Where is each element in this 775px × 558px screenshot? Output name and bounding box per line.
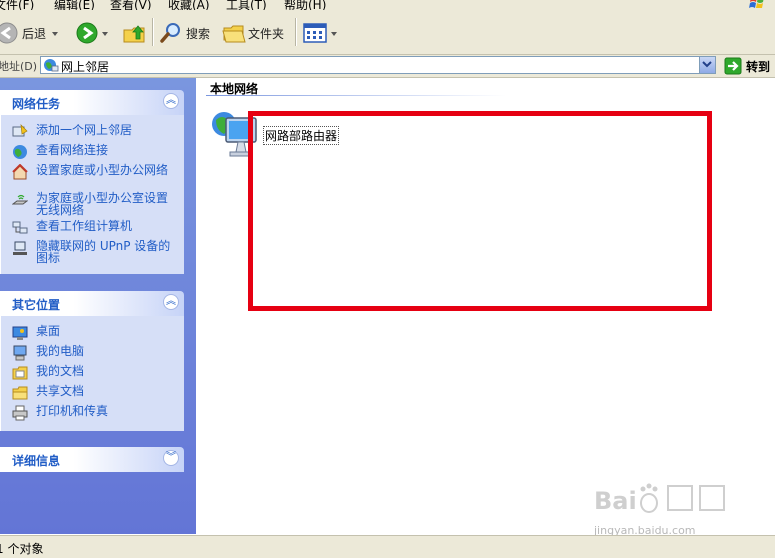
svg-text:Bai: Bai xyxy=(594,487,637,515)
place-printers-fax[interactable]: 打印机和传真 xyxy=(12,405,172,421)
status-text: 1 个对象 xyxy=(0,542,44,556)
my-documents-icon xyxy=(12,366,28,380)
expand-chevron-down-icon[interactable]: ︾ xyxy=(163,450,179,466)
task-label: 查看工作组计算机 xyxy=(36,219,133,233)
baidu-paw-logo-icon: Bai xyxy=(594,483,658,515)
place-shared-documents[interactable]: 共享文档 xyxy=(12,385,172,400)
place-label: 我的电脑 xyxy=(36,344,85,358)
place-desktop[interactable]: 桌面 xyxy=(12,325,172,340)
go-arrow-icon xyxy=(724,57,742,75)
task-label: 查看网络连接 xyxy=(36,143,109,157)
place-label: 共享文档 xyxy=(36,384,85,398)
menu-favorites[interactable]: 收藏(A) xyxy=(168,0,210,10)
network-tasks-panel: 网络任务 ︽ 添加一个网上邻居 查看网络连接 设置家庭或小型办公网络 为家庭或小… xyxy=(0,90,184,274)
my-computer-icon xyxy=(13,345,27,361)
group-divider xyxy=(206,95,506,96)
go-button[interactable]: 转到 xyxy=(722,56,772,76)
network-connections-icon xyxy=(13,145,27,159)
menu-bar: 文件(F) 编辑(E) 查看(V) 收藏(A) 工具(T) 帮助(H) xyxy=(0,0,775,10)
menu-tools[interactable]: 工具(T) xyxy=(226,0,267,10)
forward-dropdown-icon[interactable] xyxy=(102,32,108,36)
address-bar: 地址(D) 网上邻居 转到 xyxy=(0,55,775,78)
forward-arrow-icon[interactable] xyxy=(76,22,98,44)
content-pane: 本地网络 网路部路由器 Bai jingyan.baidu.com xyxy=(196,78,775,537)
toolbar-separator xyxy=(295,18,296,46)
place-label: 我的文档 xyxy=(36,364,85,378)
other-places-body: 桌面 我的电脑 我的文档 共享文档 打印机和传真 xyxy=(0,316,184,431)
menu-view[interactable]: 查看(V) xyxy=(110,0,152,10)
other-places-panel: 其它位置 ︽ 桌面 我的电脑 我的文档 共享文档 打印机和传真 xyxy=(0,291,184,431)
collapse-chevron-up-icon[interactable]: ︽ xyxy=(163,294,179,310)
toolbar: 后退 搜索 文件夹 xyxy=(0,10,775,55)
panel-title: 详细信息 xyxy=(12,454,61,468)
menu-help[interactable]: 帮助(H) xyxy=(284,0,326,10)
desktop-icon xyxy=(12,326,28,340)
details-header[interactable]: 详细信息 ︾ xyxy=(0,447,184,472)
other-places-header[interactable]: 其它位置 ︽ xyxy=(0,291,184,316)
upnp-device-icon xyxy=(13,241,27,255)
task-add-network-place[interactable]: 添加一个网上邻居 xyxy=(12,124,172,138)
chevron-down-icon xyxy=(702,61,712,68)
windows-logo-icon xyxy=(749,0,764,8)
views-dropdown-icon[interactable] xyxy=(331,32,337,36)
folders-button-label[interactable]: 文件夹 xyxy=(248,25,284,42)
place-my-computer[interactable]: 我的电脑 xyxy=(12,345,172,361)
network-tasks-body: 添加一个网上邻居 查看网络连接 设置家庭或小型办公网络 为家庭或小型办公室设置无… xyxy=(0,115,184,274)
wireless-setup-icon xyxy=(12,194,28,205)
place-my-documents[interactable]: 我的文档 xyxy=(12,365,172,380)
add-network-place-icon xyxy=(12,124,28,137)
search-icon[interactable] xyxy=(160,22,182,44)
back-button-label[interactable]: 后退 xyxy=(22,25,46,42)
highlight-box xyxy=(248,111,712,311)
baidu-jingyan-logo-icon xyxy=(667,485,725,511)
toolbar-separator xyxy=(152,18,153,46)
folders-icon[interactable] xyxy=(222,22,246,44)
place-label: 打印机和传真 xyxy=(36,404,109,418)
up-folder-icon[interactable] xyxy=(122,22,146,44)
task-setup-wireless-network[interactable]: 为家庭或小型办公室设置无线网络 xyxy=(12,192,172,218)
back-arrow-icon[interactable] xyxy=(0,22,18,44)
address-dropdown-button[interactable] xyxy=(699,57,715,73)
network-tasks-header[interactable]: 网络任务 ︽ xyxy=(0,90,184,115)
address-input[interactable]: 网上邻居 xyxy=(40,56,716,74)
home-network-setup-icon xyxy=(12,164,28,180)
details-panel: 详细信息 ︾ xyxy=(0,447,184,472)
shared-documents-icon xyxy=(12,386,28,400)
task-pane: 网络任务 ︽ 添加一个网上邻居 查看网络连接 设置家庭或小型办公网络 为家庭或小… xyxy=(0,78,196,534)
task-label: 设置家庭或小型办公网络 xyxy=(36,163,169,177)
search-button-label[interactable]: 搜索 xyxy=(186,25,210,42)
menu-file[interactable]: 文件(F) xyxy=(0,0,34,10)
task-setup-home-network[interactable]: 设置家庭或小型办公网络 xyxy=(12,164,172,190)
task-hide-upnp-icons[interactable]: 隐藏联网的 UPnP 设备的图标 xyxy=(12,240,172,266)
back-dropdown-icon[interactable] xyxy=(52,32,58,36)
task-view-workgroup-computers[interactable]: 查看工作组计算机 xyxy=(12,220,172,234)
panel-title: 网络任务 xyxy=(12,97,61,111)
go-button-label: 转到 xyxy=(746,60,771,74)
network-places-icon xyxy=(44,59,59,72)
status-bar: 1 个对象 xyxy=(0,535,775,558)
printers-fax-icon xyxy=(12,405,28,421)
task-label: 添加一个网上邻居 xyxy=(36,123,133,137)
workgroup-computers-icon xyxy=(12,221,28,234)
address-label: 地址(D) xyxy=(0,60,38,73)
collapse-chevron-up-icon[interactable]: ︽ xyxy=(163,93,179,109)
address-value: 网上邻居 xyxy=(61,60,110,74)
task-label: 隐藏联网的 UPnP 设备的图标 xyxy=(36,239,171,265)
views-icon[interactable] xyxy=(303,23,327,43)
task-label: 为家庭或小型办公室设置无线网络 xyxy=(36,191,169,217)
panel-title: 其它位置 xyxy=(12,298,61,312)
task-view-network-connections[interactable]: 查看网络连接 xyxy=(12,144,172,159)
place-label: 桌面 xyxy=(36,324,61,338)
menu-edit[interactable]: 编辑(E) xyxy=(54,0,95,10)
